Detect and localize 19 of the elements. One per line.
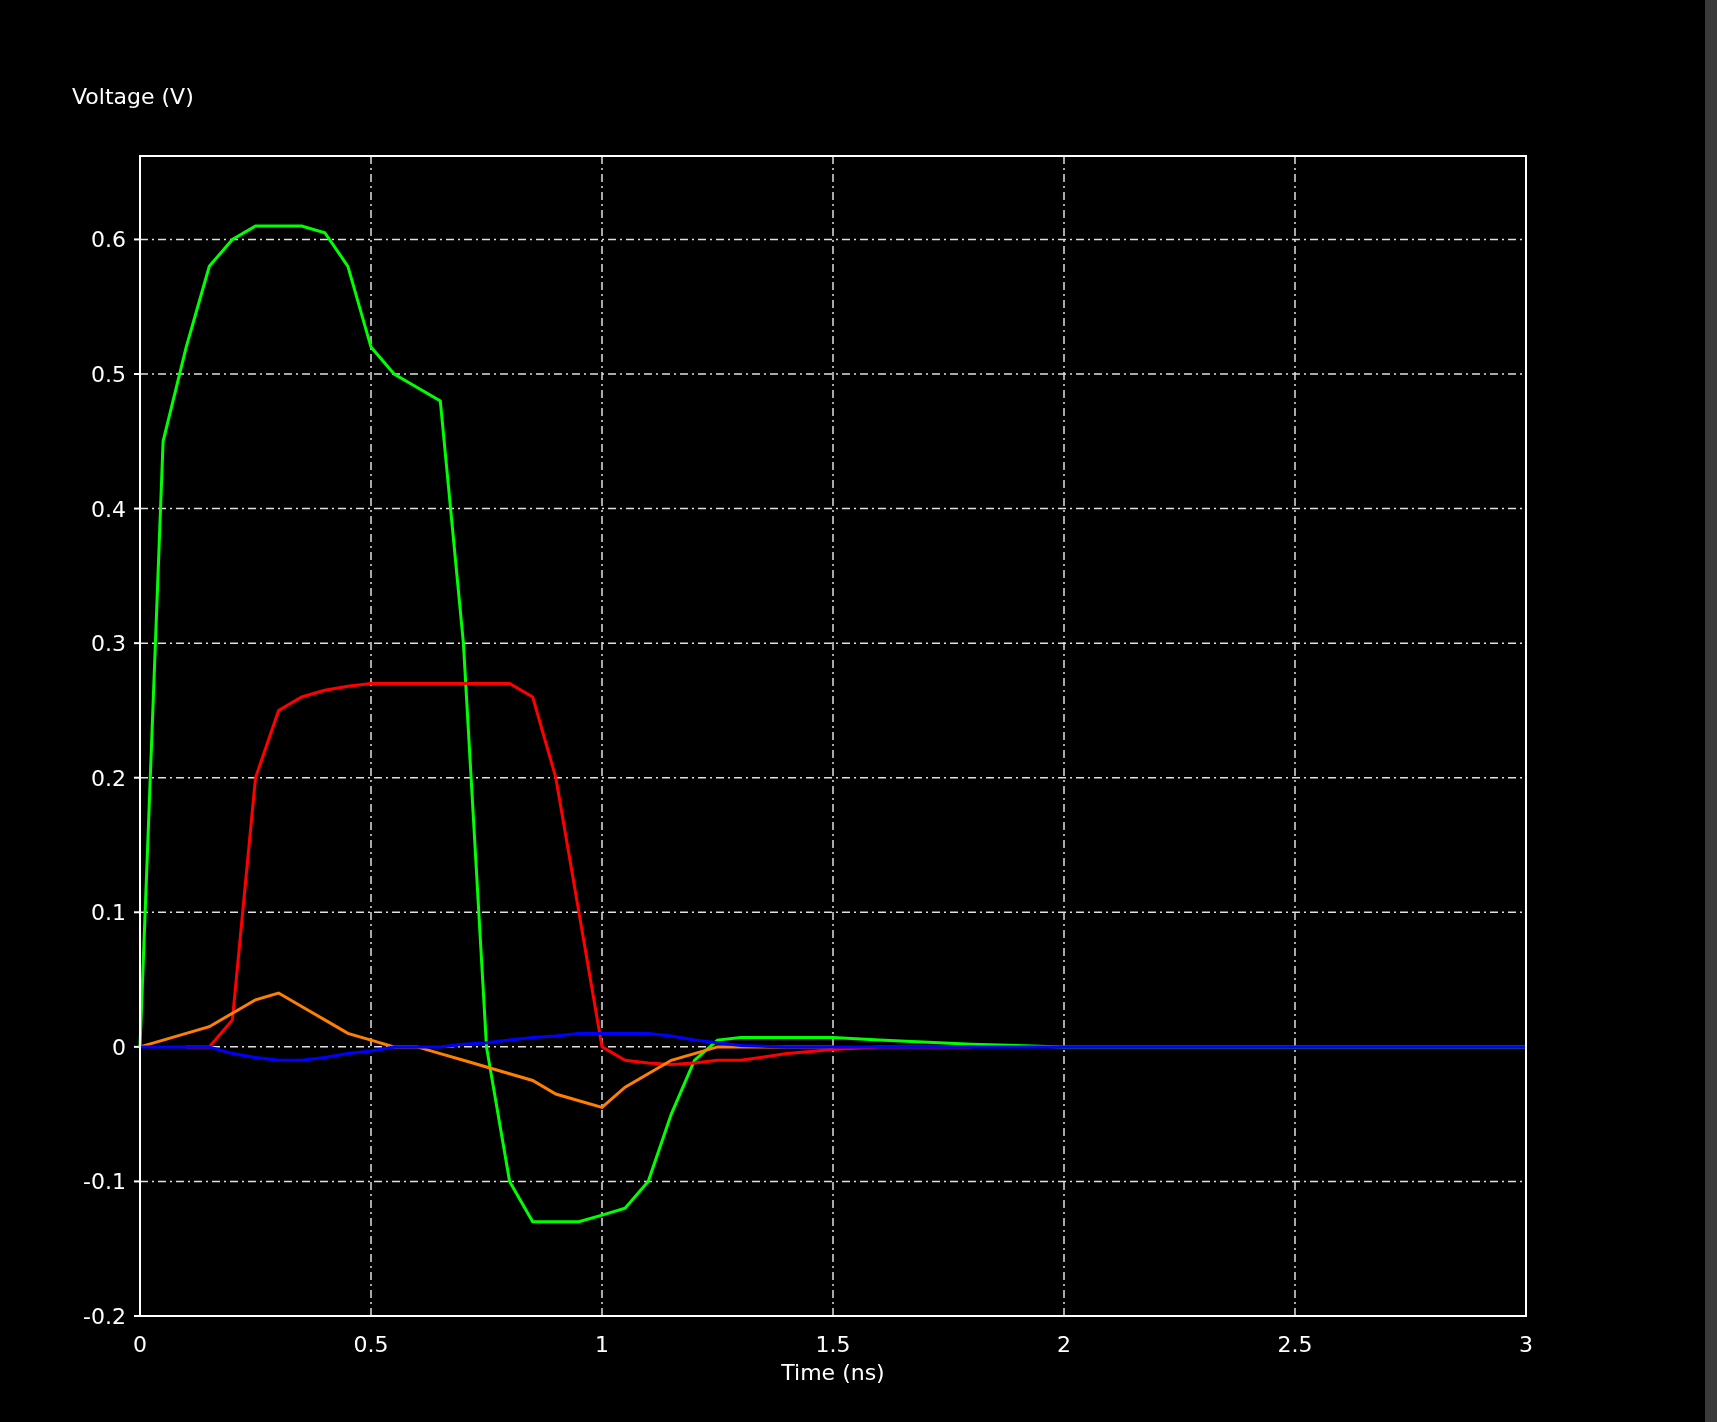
tick-label: 1.5	[815, 1332, 851, 1357]
tick-label: 0.2	[91, 765, 126, 791]
tick-label: 0.6	[91, 227, 126, 253]
tick-label: 0.5	[91, 362, 126, 387]
tick-label: -0.1	[83, 1169, 126, 1195]
tick-label: 0.1	[91, 900, 126, 926]
axis-title: Time (ns)	[781, 1360, 885, 1385]
tick-label: 1	[595, 1332, 609, 1357]
tick-label: 0.4	[91, 496, 126, 522]
tick-label: 2.5	[1277, 1332, 1313, 1357]
tick-label: 0.5	[353, 1332, 389, 1357]
tick-label: 0	[133, 1332, 147, 1357]
tick-label: 0	[112, 1034, 126, 1060]
tick-label: 3	[1519, 1332, 1533, 1357]
axis-title: Voltage (V)	[72, 84, 194, 109]
tick-label: 2	[1057, 1332, 1071, 1357]
tick-label: -0.2	[83, 1304, 126, 1329]
scrollbar[interactable]	[1705, 0, 1717, 1422]
tick-label: 0.3	[91, 631, 126, 657]
